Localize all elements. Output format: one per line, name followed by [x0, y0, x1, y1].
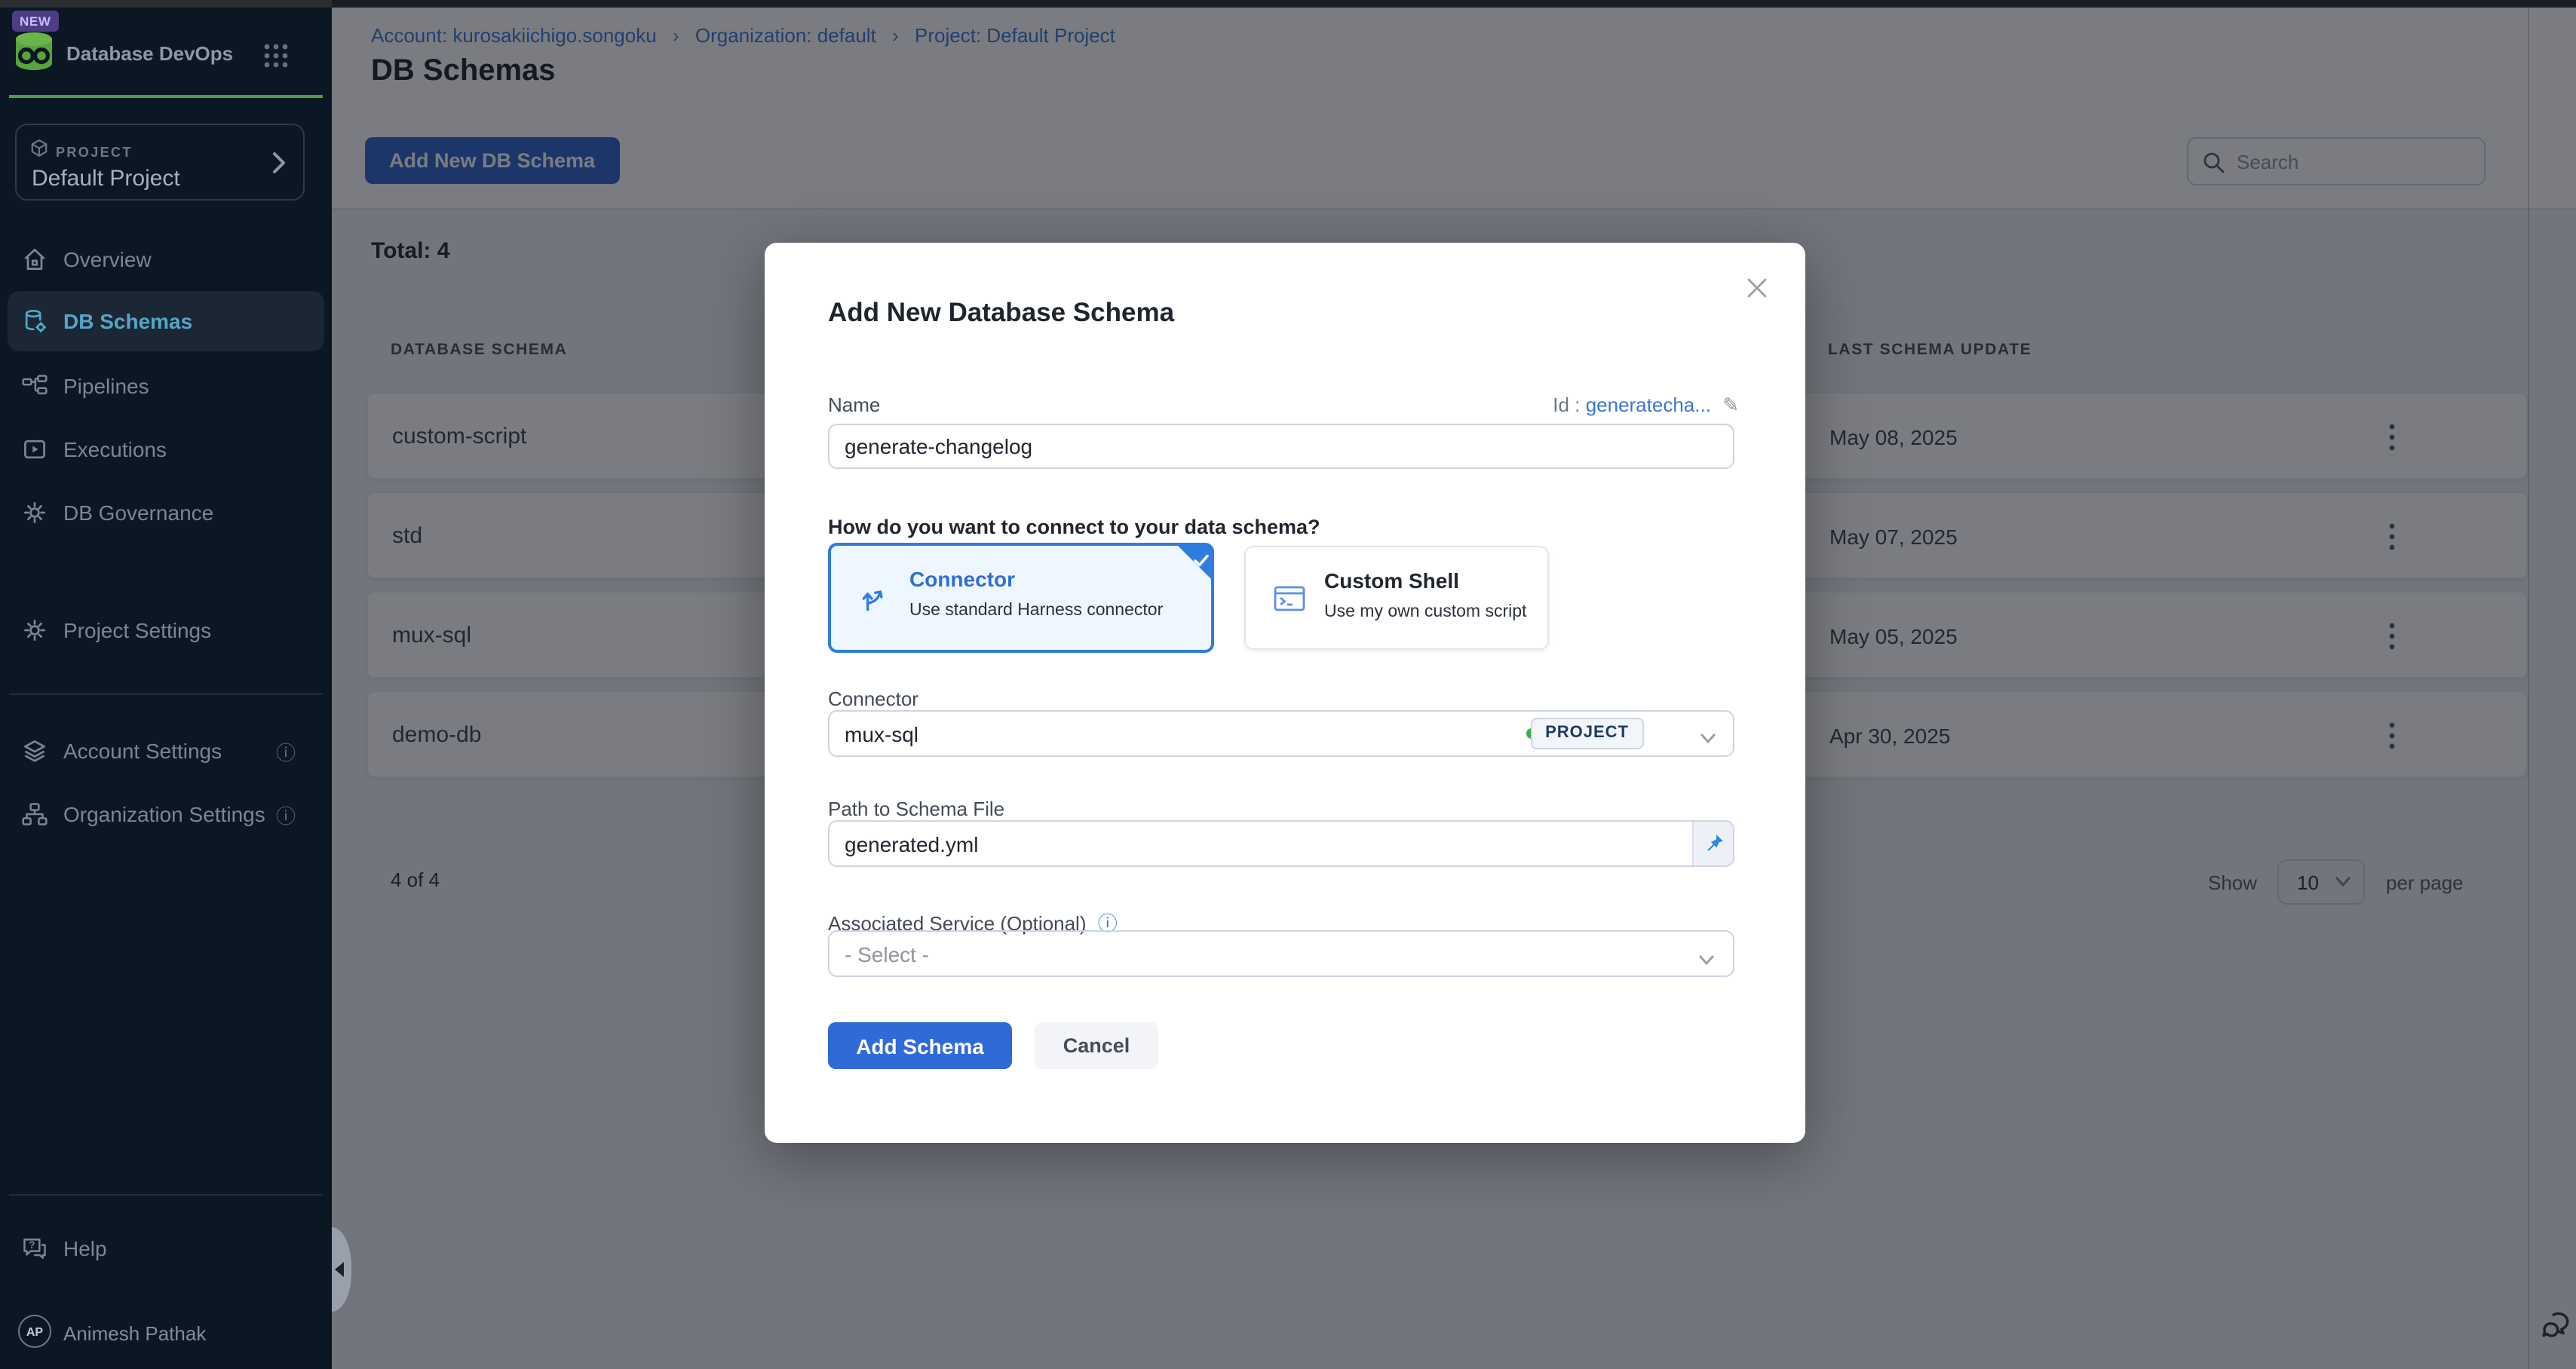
option-card-connector[interactable]: Connector Use standard Harness connector: [828, 543, 1214, 653]
sidebar-item-help[interactable]: ? Help: [0, 1218, 332, 1279]
user-name[interactable]: Animesh Pathak: [63, 1322, 206, 1345]
sidebar-item-db-governance[interactable]: DB Governance: [0, 482, 332, 543]
service-select[interactable]: - Select -: [828, 930, 1734, 977]
connector-branch-icon: [858, 582, 890, 621]
option-card-custom-shell[interactable]: Custom Shell Use my own custom script: [1244, 546, 1549, 650]
edit-pencil-icon[interactable]: ✎: [1722, 394, 1739, 416]
modal-title: Add New Database Schema: [828, 297, 1174, 329]
sidebar-item-label: DB Governance: [63, 501, 213, 525]
option-title: Connector: [909, 567, 1015, 591]
sidebar-item-label: Help: [63, 1236, 107, 1260]
terminal-icon: [1273, 583, 1306, 621]
path-field: [828, 820, 1734, 867]
collapse-arrow-icon: [335, 1262, 344, 1277]
sidebar-item-pipelines[interactable]: Pipelines: [0, 356, 332, 416]
connection-question: How do you want to connect to your data …: [828, 516, 1320, 538]
org-hierarchy-icon: [21, 801, 48, 835]
sidebar-item-executions[interactable]: Executions: [0, 419, 332, 479]
sidebar-item-organization-settings[interactable]: Organization Settings ⓘ: [0, 784, 332, 844]
svg-text:?: ?: [29, 1239, 35, 1251]
option-subtitle: Use standard Harness connector: [909, 602, 1163, 620]
connector-scope-badge: PROJECT: [1530, 718, 1644, 749]
brand-divider: [9, 95, 323, 98]
user-avatar[interactable]: AP: [18, 1315, 51, 1348]
info-icon[interactable]: ⓘ: [276, 801, 296, 829]
harness-dbops-logo-icon: [11, 30, 57, 81]
module-grid-icon[interactable]: [262, 42, 290, 77]
option-subtitle: Use my own custom script: [1324, 603, 1526, 621]
pin-toggle[interactable]: [1692, 822, 1733, 865]
path-label: Path to Schema File: [828, 798, 1004, 820]
info-icon[interactable]: ⓘ: [276, 737, 296, 766]
name-label: Name: [828, 394, 880, 416]
sidebar-item-project-settings[interactable]: Project Settings: [0, 600, 332, 660]
database-gear-icon: [21, 308, 48, 342]
add-schema-button[interactable]: Add Schema: [828, 1022, 1012, 1069]
project-scope-label: PROJECT: [56, 145, 133, 160]
sidebar-divider: [9, 1194, 323, 1196]
sidebar-item-label: Executions: [63, 437, 167, 461]
sidebar-item-label: Account Settings: [63, 739, 222, 763]
connector-select: PROJECT: [828, 710, 1734, 757]
option-title: Custom Shell: [1324, 568, 1459, 593]
path-input[interactable]: [828, 820, 1734, 867]
cancel-button[interactable]: Cancel: [1035, 1022, 1158, 1069]
connector-label: Connector: [828, 688, 918, 710]
pushpin-icon: [1703, 832, 1725, 855]
add-schema-modal: Add New Database Schema Name Id : genera…: [765, 243, 1805, 1143]
project-name: Default Project: [32, 166, 180, 191]
sidebar-item-label: DB Schemas: [63, 309, 192, 333]
screenshot-root: NEW Database DevOps: [0, 0, 2576, 1369]
name-input[interactable]: [828, 424, 1734, 469]
governance-gear-icon: [21, 499, 48, 534]
check-icon: [1193, 549, 1210, 576]
project-selector[interactable]: PROJECT Default Project: [15, 124, 305, 201]
id-value-link[interactable]: generatecha...: [1586, 394, 1711, 416]
close-icon[interactable]: [1745, 276, 1769, 305]
chevron-down-icon[interactable]: [1700, 725, 1716, 752]
cube-icon: [30, 139, 48, 166]
entity-id-row: Id : generatecha... ✎: [1553, 394, 1739, 418]
pipeline-icon: [21, 372, 48, 407]
sidebar-item-label: Organization Settings: [63, 802, 265, 826]
app-title: Database DevOps: [66, 42, 233, 65]
new-badge: NEW: [12, 11, 58, 32]
service-placeholder: - Select -: [845, 942, 929, 966]
chevron-right-icon: [268, 149, 290, 184]
help-chat-icon: ?: [21, 1235, 48, 1269]
chevron-down-icon: [1698, 947, 1715, 974]
sidebar-divider: [9, 694, 323, 695]
sidebar-item-label: Overview: [63, 247, 152, 271]
play-square-icon: [21, 436, 48, 470]
sidebar-item-label: Pipelines: [63, 374, 149, 398]
sidebar-item-label: Project Settings: [63, 618, 211, 642]
gear-icon: [21, 617, 48, 651]
sidebar-item-db-schemas[interactable]: DB Schemas: [8, 291, 324, 351]
sidebar-item-overview[interactable]: Overview: [0, 229, 332, 289]
layers-icon: [21, 737, 48, 772]
sidebar-item-account-settings[interactable]: Account Settings ⓘ: [0, 721, 332, 781]
sidebar: NEW Database DevOps: [0, 0, 332, 1369]
id-prefix: Id :: [1553, 394, 1580, 416]
home-icon: [21, 246, 48, 280]
